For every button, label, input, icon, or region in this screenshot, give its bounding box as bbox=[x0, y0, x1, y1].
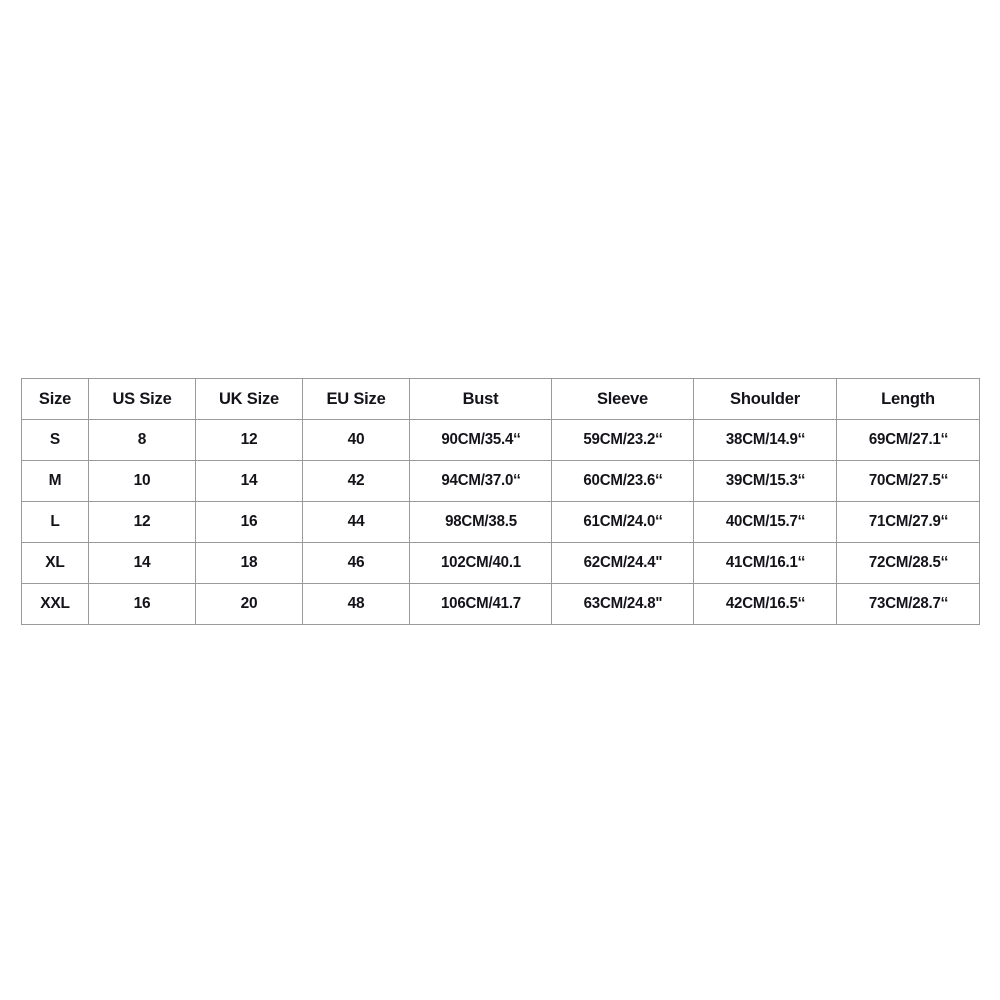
cell-us_size: 16 bbox=[88, 583, 196, 625]
cell-length: 70CM/27.5‘‘ bbox=[838, 460, 978, 502]
cell-eu_size: 44 bbox=[302, 501, 410, 543]
cell-uk_size: 16 bbox=[195, 501, 303, 543]
cell-size: XXL bbox=[21, 583, 89, 625]
column-header-us_size: US Size bbox=[88, 378, 196, 420]
column-header-uk_size: UK Size bbox=[195, 378, 303, 420]
cell-length: 73CM/28.7‘‘ bbox=[838, 583, 978, 625]
cell-shoulder: 42CM/16.5‘‘ bbox=[695, 583, 835, 625]
table-row: L 12 16 44 98CM/38.5 61CM/24.0‘‘ 40CM/15.7‘‘ 71… bbox=[21, 501, 980, 543]
size-chart-body: S 8 12 40 90CM/35.4‘‘ 59CM/23.2‘‘ 38CM/14.9‘‘ 6… bbox=[21, 419, 980, 625]
table-row: S 8 12 40 90CM/35.4‘‘ 59CM/23.2‘‘ 38CM/14.9‘‘ 6… bbox=[21, 419, 980, 461]
cell-eu_size: 42 bbox=[302, 460, 410, 502]
column-header-bust: Bust bbox=[409, 378, 552, 420]
column-header-shoulder: Shoulder bbox=[693, 378, 837, 420]
cell-sleeve: 63CM/24.8" bbox=[553, 583, 692, 625]
cell-size: XL bbox=[21, 542, 89, 584]
cell-size: S bbox=[21, 419, 89, 461]
table-header-row: Size US Size UK Size EU Size Bust Sleeve Shoul… bbox=[21, 378, 980, 420]
size-chart-container: Size US Size UK Size EU Size Bust Sleeve Shoul… bbox=[21, 378, 980, 625]
cell-length: 69CM/27.1‘‘ bbox=[838, 419, 978, 461]
table-row: XL 14 18 46 102CM/40.1 62CM/24.4" 41CM/16.1‘‘ 7… bbox=[21, 542, 980, 584]
cell-us_size: 8 bbox=[88, 419, 196, 461]
cell-us_size: 14 bbox=[88, 542, 196, 584]
cell-eu_size: 48 bbox=[302, 583, 410, 625]
column-header-eu_size: EU Size bbox=[302, 378, 410, 420]
cell-shoulder: 41CM/16.1‘‘ bbox=[695, 542, 835, 584]
cell-us_size: 12 bbox=[88, 501, 196, 543]
cell-sleeve: 62CM/24.4" bbox=[553, 542, 692, 584]
cell-sleeve: 59CM/23.2‘‘ bbox=[553, 419, 692, 461]
cell-bust: 106CM/41.7 bbox=[411, 583, 550, 625]
column-header-sleeve: Sleeve bbox=[551, 378, 694, 420]
size-chart-header: Size US Size UK Size EU Size Bust Sleeve Shoul… bbox=[21, 378, 980, 420]
table-row: XXL 16 20 48 106CM/41.7 63CM/24.8" 42CM/16.5‘‘… bbox=[21, 583, 980, 625]
cell-length: 72CM/28.5‘‘ bbox=[838, 542, 978, 584]
cell-uk_size: 12 bbox=[195, 419, 303, 461]
cell-eu_size: 40 bbox=[302, 419, 410, 461]
cell-bust: 94CM/37.0‘‘ bbox=[411, 460, 550, 502]
cell-bust: 102CM/40.1 bbox=[411, 542, 550, 584]
cell-size: M bbox=[21, 460, 89, 502]
column-header-size: Size bbox=[21, 378, 89, 420]
page-root: Size US Size UK Size EU Size Bust Sleeve Shoul… bbox=[0, 0, 1000, 1000]
cell-shoulder: 40CM/15.7‘‘ bbox=[695, 501, 835, 543]
cell-uk_size: 14 bbox=[195, 460, 303, 502]
cell-uk_size: 20 bbox=[195, 583, 303, 625]
cell-size: L bbox=[21, 501, 89, 543]
cell-eu_size: 46 bbox=[302, 542, 410, 584]
table-row: M 10 14 42 94CM/37.0‘‘ 60CM/23.6‘‘ 39CM/15.3‘‘… bbox=[21, 460, 980, 502]
cell-sleeve: 60CM/23.6‘‘ bbox=[553, 460, 692, 502]
column-header-length: Length bbox=[836, 378, 980, 420]
cell-bust: 98CM/38.5 bbox=[411, 501, 550, 543]
cell-bust: 90CM/35.4‘‘ bbox=[411, 419, 550, 461]
cell-shoulder: 38CM/14.9‘‘ bbox=[695, 419, 835, 461]
cell-shoulder: 39CM/15.3‘‘ bbox=[695, 460, 835, 502]
cell-length: 71CM/27.9‘‘ bbox=[838, 501, 978, 543]
cell-us_size: 10 bbox=[88, 460, 196, 502]
cell-uk_size: 18 bbox=[195, 542, 303, 584]
size-chart-table: Size US Size UK Size EU Size Bust Sleeve Shoul… bbox=[21, 378, 980, 625]
cell-sleeve: 61CM/24.0‘‘ bbox=[553, 501, 692, 543]
